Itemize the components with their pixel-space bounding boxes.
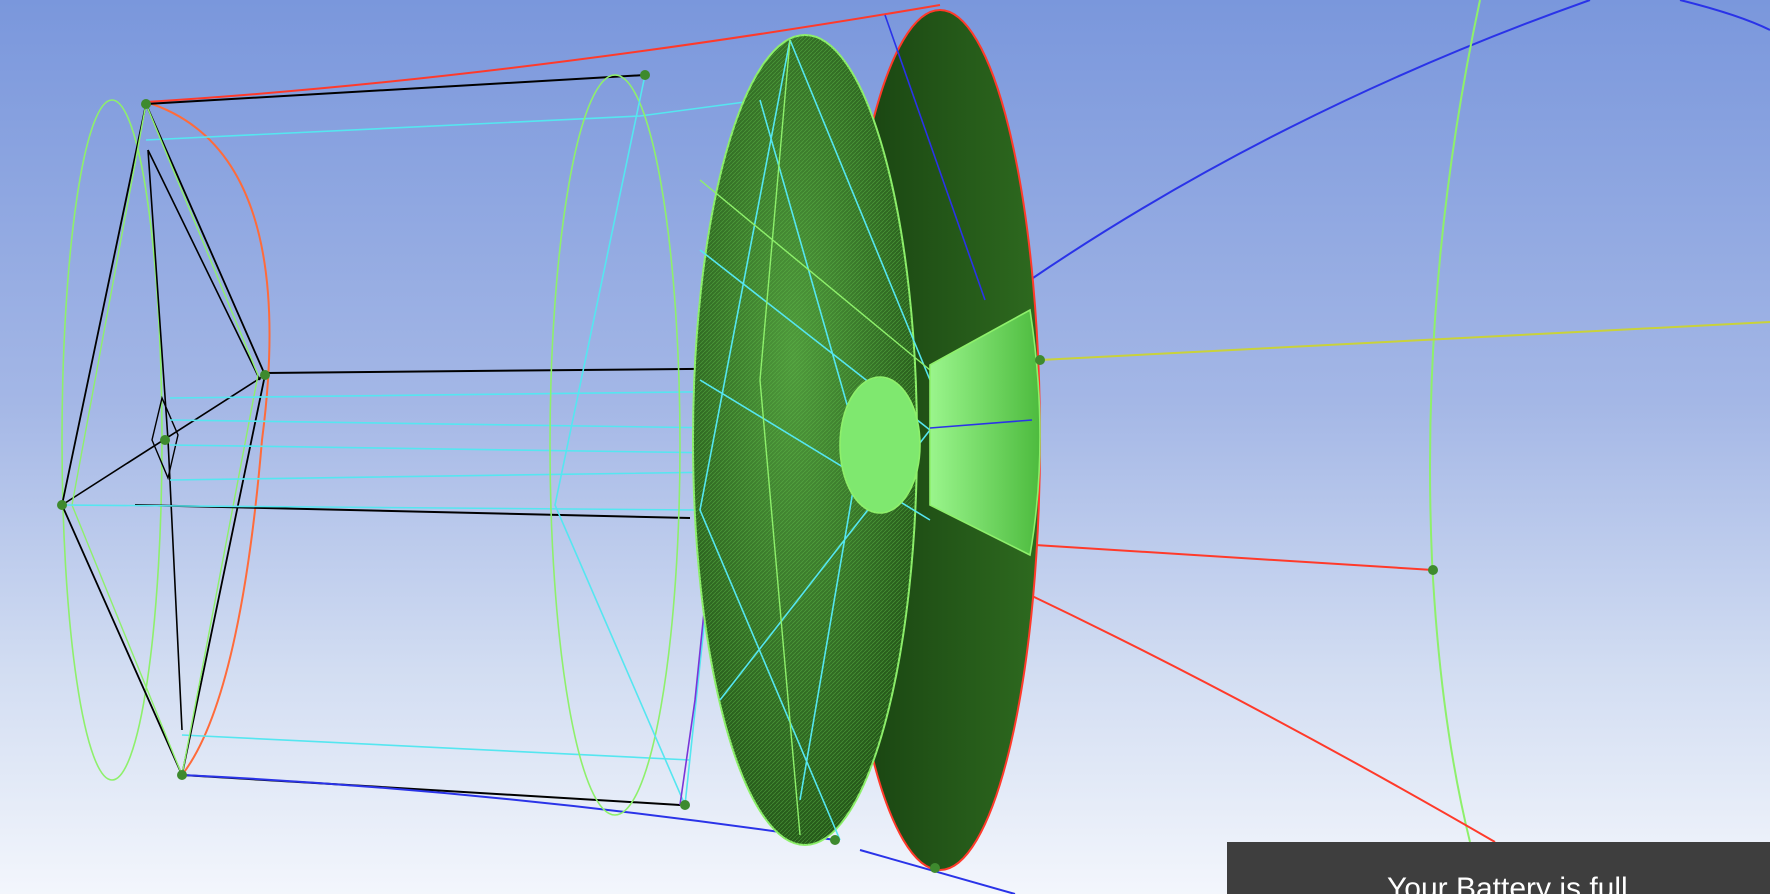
middle-ring <box>549 74 681 816</box>
axis-line-yellow <box>1039 321 1770 361</box>
geometry-view[interactable] <box>0 0 1770 894</box>
vertex <box>1035 355 1045 365</box>
outer-arc-green <box>1429 0 1481 843</box>
vertex <box>930 863 940 873</box>
vertex <box>830 835 840 845</box>
outer-arc-blue <box>1679 0 1770 31</box>
outer-line-red-low <box>1029 594 1496 843</box>
vertex <box>640 70 650 80</box>
bottom-edge-cyan <box>181 734 691 761</box>
vertex <box>260 370 270 380</box>
3d-viewport[interactable] <box>0 0 1770 894</box>
bottom-edge-blue <box>181 774 836 841</box>
vertex <box>160 435 170 445</box>
notification-text: Your Battery is full <box>1387 872 1628 894</box>
vertex <box>177 770 187 780</box>
hub-nose <box>839 376 921 514</box>
vertex <box>141 99 151 109</box>
vertex <box>680 800 690 810</box>
top-edge-black <box>145 74 646 105</box>
top-edge-cyan <box>145 99 761 141</box>
outer-line-red-mid <box>1034 544 1434 571</box>
vertex <box>1428 565 1438 575</box>
outer-line-blue <box>1029 0 1591 281</box>
left-ring-back <box>61 99 163 781</box>
battery-notification[interactable]: Your Battery is full <box>1227 842 1770 894</box>
vertex <box>57 500 67 510</box>
